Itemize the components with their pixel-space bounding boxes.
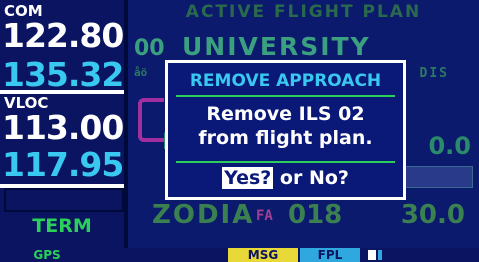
waypoint-row-distance: 0.0 (428, 132, 471, 160)
page-title: ACTIVE FLIGHT PLAN (185, 2, 422, 22)
cdi-mode: TERM (32, 215, 92, 237)
gps-screen: COM 122.800 135.325 VLOC 113.00 117.95 T… (0, 0, 479, 262)
mode-annunciator: GPS (0, 248, 94, 262)
dialog-divider (176, 95, 395, 97)
waypoint-dtk: 018 (288, 200, 343, 230)
column-header-dis: DIS (419, 66, 449, 81)
dialog-message-line1: Remove ILS 02 (206, 103, 365, 125)
dialog-message-line2: from flight plan. (198, 127, 373, 149)
dialog-choices: Yes? or No? (168, 167, 403, 189)
cdi-indicator (4, 188, 124, 212)
page-indicator-inactive (378, 250, 382, 260)
waypoint-distance: 30.0 (400, 200, 465, 230)
dialog-divider (176, 161, 395, 163)
or-no-button[interactable]: or No? (280, 167, 349, 189)
dialog-title: REMOVE APPROACH (189, 71, 382, 91)
vloc-active-frequency[interactable]: 113.00 (2, 108, 124, 148)
remove-approach-dialog: REMOVE APPROACH Remove ILS 02 from fligh… (165, 60, 406, 200)
yes-button[interactable]: Yes? (222, 167, 274, 189)
page-indicator-active (368, 250, 376, 260)
waypoint-fix-type: FA (256, 208, 273, 224)
flight-plan-number: 00 (134, 36, 165, 61)
active-leg-arrow-icon (138, 98, 164, 142)
radio-panel: COM 122.800 135.325 VLOC 113.00 117.95 T… (0, 0, 146, 248)
waypoint-ident: ZODIA (152, 200, 255, 230)
selected-waypoint-row[interactable]: ZODIA FA 018 30.0 (128, 196, 479, 236)
page-group-label: FPL (300, 248, 360, 262)
column-header-left: åö (134, 66, 148, 79)
msg-annunciator: MSG (228, 248, 298, 262)
status-bar: GPS MSG FPL (0, 248, 479, 262)
vloc-standby-frequency[interactable]: 117.95 (2, 145, 124, 185)
page-indicator (362, 250, 422, 260)
